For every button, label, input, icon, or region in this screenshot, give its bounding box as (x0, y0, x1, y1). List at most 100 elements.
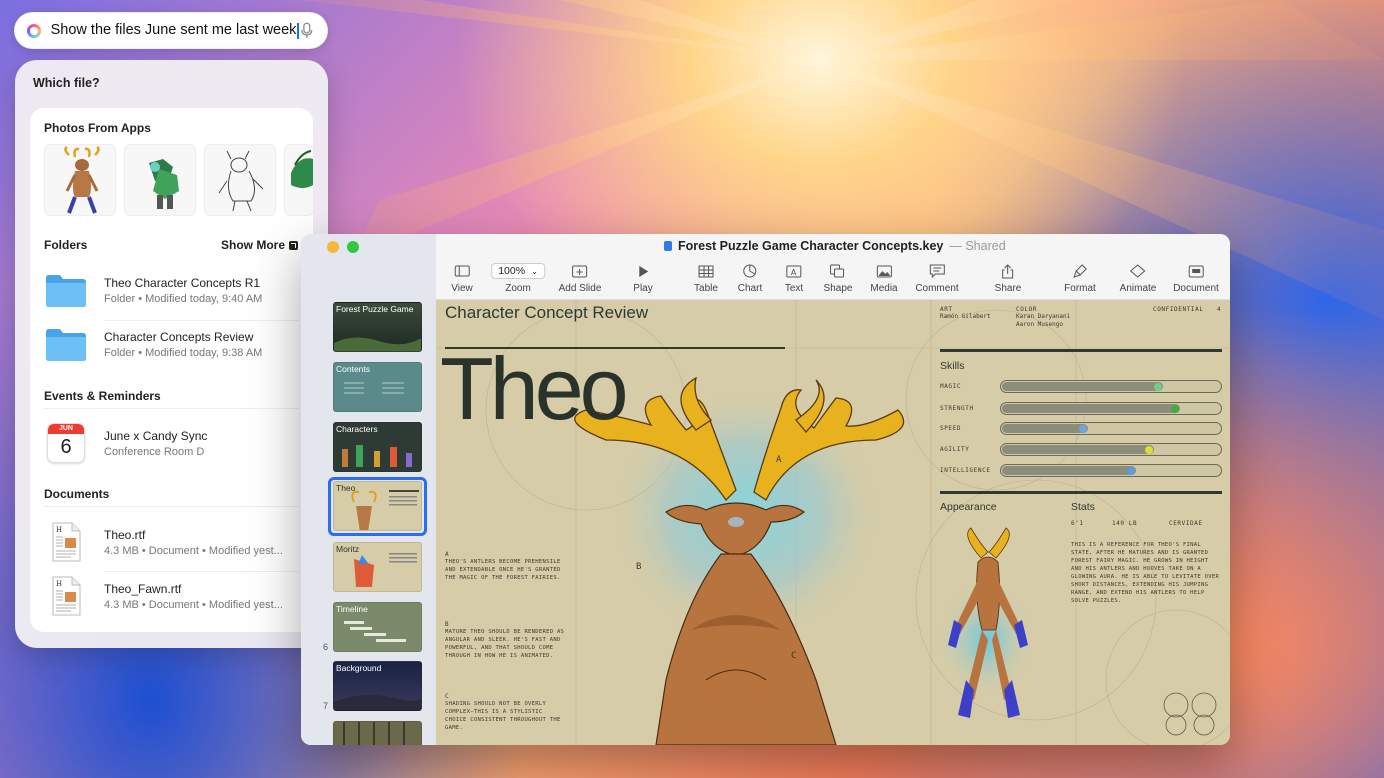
spotlight-search-bar[interactable]: Show the files June sent me last week (14, 12, 328, 49)
annotation-marker: B (636, 562, 643, 572)
annotation-marker: C (791, 651, 798, 661)
skill-bar-marker (1127, 466, 1136, 475)
animate-button[interactable]: Animate (1120, 262, 1156, 294)
play-button[interactable]: Play (633, 262, 653, 294)
show-more-button[interactable]: Show More (221, 238, 298, 252)
divider (940, 349, 1222, 352)
slide-heading: Theo (440, 339, 629, 438)
view-button[interactable]: View (451, 262, 473, 294)
skill-bar (1000, 442, 1222, 456)
skill-bar-fill (1002, 444, 1154, 454)
calendar-day: 6 (60, 436, 72, 458)
text-button[interactable]: A Text (785, 262, 803, 294)
slide-title: Character Concept Review (445, 303, 649, 322)
event-item[interactable]: JUN 6 June x Candy Sync Conference Room … (44, 423, 298, 463)
chart-button[interactable]: Chart (738, 262, 762, 294)
show-more-label: Show More (220, 238, 285, 252)
rtf-document-icon: H (52, 522, 81, 562)
panel-title: Which file? (33, 76, 100, 90)
skill-bar-fill (1002, 381, 1163, 391)
skill-bar-marker (1078, 424, 1087, 433)
stat-height: 6'1 (1071, 520, 1084, 527)
text-icon: A (786, 265, 802, 277)
document-meta: 4.3 MB • Document • Modified yest... (104, 598, 283, 611)
paintbrush-icon (1073, 263, 1087, 278)
document-meta: 4.3 MB • Document • Modified yest... (104, 544, 283, 557)
skill-bar (1000, 463, 1222, 477)
slide-thumbnail[interactable]: Timeline (333, 602, 422, 652)
shape-button[interactable]: Shape (823, 262, 853, 294)
play-label: Play (633, 283, 653, 294)
shared-status: — Shared (949, 239, 1006, 253)
slide-thumbnail[interactable]: Forest Puzzle Game (333, 302, 422, 352)
note-c: C SHADING SHOULD NOT BE OVERLY COMPLEX—T… (445, 693, 565, 732)
note-c-text: SHADING SHOULD NOT BE OVERLY COMPLEX—THI… (445, 701, 561, 731)
skill-bar-fill (1002, 465, 1137, 475)
documents-section-title: Documents (44, 487, 110, 501)
document-item[interactable]: H Theo.rtf 4.3 MB • Document • Modified … (44, 522, 298, 562)
note-b-label: B (445, 621, 450, 628)
add-slide-button[interactable]: Add Slide (558, 262, 602, 294)
zoom-button[interactable] (347, 241, 359, 253)
zoom-select[interactable]: 100% ⌄ (491, 263, 545, 279)
folder-item[interactable]: Theo Character Concepts R1 Folder • Modi… (44, 272, 298, 308)
skill-bar-fill (1002, 423, 1088, 433)
skill-bar-marker (1144, 445, 1153, 454)
table-button[interactable]: Table (694, 262, 718, 294)
slide-thumbnail[interactable]: Characters (333, 422, 422, 472)
table-label: Table (694, 283, 718, 294)
note-b-text: MATURE THEO SHOULD BE RENDERED AS ANGULA… (445, 629, 565, 659)
zoom-control[interactable]: 100% ⌄ Zoom (491, 262, 545, 294)
add-slide-icon (572, 265, 588, 277)
folder-meta: Folder • Modified today, 9:38 AM (104, 346, 263, 359)
folder-icon (46, 275, 86, 307)
comment-button[interactable]: Comment (915, 262, 959, 294)
photo-thumbnail[interactable] (124, 144, 196, 216)
calendar-icon: JUN 6 (47, 423, 85, 463)
siri-icon (27, 23, 41, 38)
zoom-label: Zoom (505, 283, 531, 294)
arrow-up-right-icon (289, 240, 298, 250)
animate-icon (1130, 264, 1146, 278)
share-label: Share (994, 283, 1022, 294)
folder-item[interactable]: Character Concepts Review Folder • Modif… (44, 326, 298, 362)
format-button[interactable]: Format (1064, 262, 1096, 294)
document-title-text: Forest Puzzle Game Character Concepts.ke… (678, 239, 944, 253)
comment-label: Comment (915, 283, 959, 294)
shape-label: Shape (823, 283, 853, 294)
slide-number: 7 (323, 701, 329, 711)
divider (44, 506, 298, 507)
media-button[interactable]: Media (870, 262, 898, 294)
slide-thumbnail[interactable]: Background (333, 661, 422, 711)
document-item[interactable]: H Theo_Fawn.rtf 4.3 MB • Document • Modi… (44, 576, 298, 616)
note-b: B MATURE THEO SHOULD BE RENDERED AS ANGU… (445, 621, 565, 660)
comment-icon (929, 264, 945, 278)
media-label: Media (870, 283, 898, 294)
photo-thumbnail[interactable] (44, 144, 116, 216)
slide-thumbnail-selected[interactable]: Theo (333, 481, 422, 531)
document-name: Theo_Fawn.rtf (104, 581, 182, 596)
event-location: Conference Room D (104, 445, 205, 458)
art-credit: Ramón Gilabert (940, 313, 991, 320)
shape-icon (830, 264, 845, 278)
photo-thumbnail[interactable] (204, 144, 276, 216)
search-input[interactable]: Show the files June sent me last week (51, 22, 300, 39)
minimize-button[interactable] (327, 241, 339, 253)
slide-number: 6 (323, 642, 329, 652)
table-icon (698, 265, 714, 277)
photo-thumbnail[interactable] (284, 144, 313, 216)
skill-bar (1000, 421, 1222, 435)
slide-thumbnail[interactable] (333, 721, 422, 745)
microphone-icon[interactable] (299, 22, 315, 40)
add-slide-label: Add Slide (558, 283, 602, 294)
svg-text:H: H (56, 526, 62, 534)
slide-canvas[interactable]: Character Concept Review Theo ART Ramón … (436, 300, 1230, 745)
keynote-window: Forest Puzzle Game Contents Characters T… (301, 234, 1230, 745)
keynote-toolbar: Forest Puzzle Game Character Concepts.ke… (436, 234, 1230, 300)
keynote-file-icon (664, 241, 672, 251)
skill-bar-marker (1153, 382, 1162, 391)
document-button[interactable]: Document (1173, 262, 1219, 294)
slide-thumbnail[interactable]: Contents (333, 362, 422, 412)
share-button[interactable]: Share (994, 262, 1022, 294)
slide-thumbnail[interactable]: Moritz (333, 542, 422, 592)
